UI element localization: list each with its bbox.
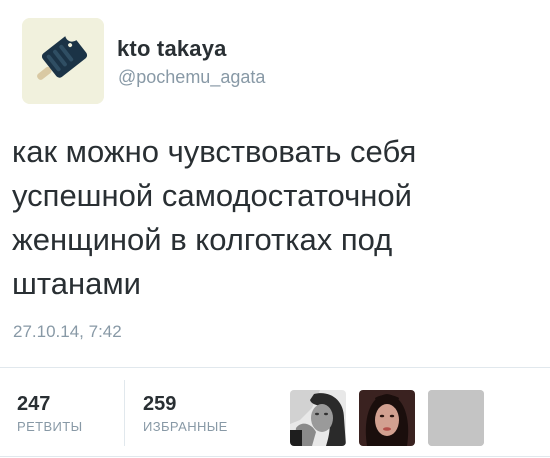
- stats-divider-top: [0, 367, 550, 368]
- tweet-text: как можно чувствовать себя успешной само…: [12, 134, 417, 301]
- favoriter-avatar[interactable]: [428, 390, 484, 446]
- favorites-count: 259: [143, 393, 177, 415]
- favoriter-avatar[interactable]: [290, 390, 346, 446]
- tweet-card: kto takaya @pochemu_agata как можно чувс…: [0, 0, 550, 458]
- default-avatar-icon: [428, 390, 484, 446]
- user-photo-icon: [359, 390, 415, 446]
- author-name[interactable]: kto takaya: [117, 36, 227, 62]
- favoriter-avatar[interactable]: [359, 390, 415, 446]
- retweets-label: РЕТВИТЫ: [17, 419, 83, 434]
- favorites-label: ИЗБРАННЫЕ: [143, 419, 228, 434]
- retweets-stat[interactable]: 247 РЕТВИТЫ: [17, 393, 83, 434]
- retweets-count: 247: [17, 393, 51, 415]
- author-handle[interactable]: @pochemu_agata: [118, 67, 265, 88]
- author-avatar[interactable]: [22, 18, 104, 104]
- stats-divider-bottom: [0, 456, 550, 457]
- user-photo-icon: [290, 390, 346, 446]
- popsicle-icon: [22, 18, 104, 104]
- stats-separator: [124, 380, 125, 446]
- favorites-stat[interactable]: 259 ИЗБРАННЫЕ: [143, 393, 228, 434]
- tweet-timestamp[interactable]: 27.10.14, 7:42: [13, 322, 122, 342]
